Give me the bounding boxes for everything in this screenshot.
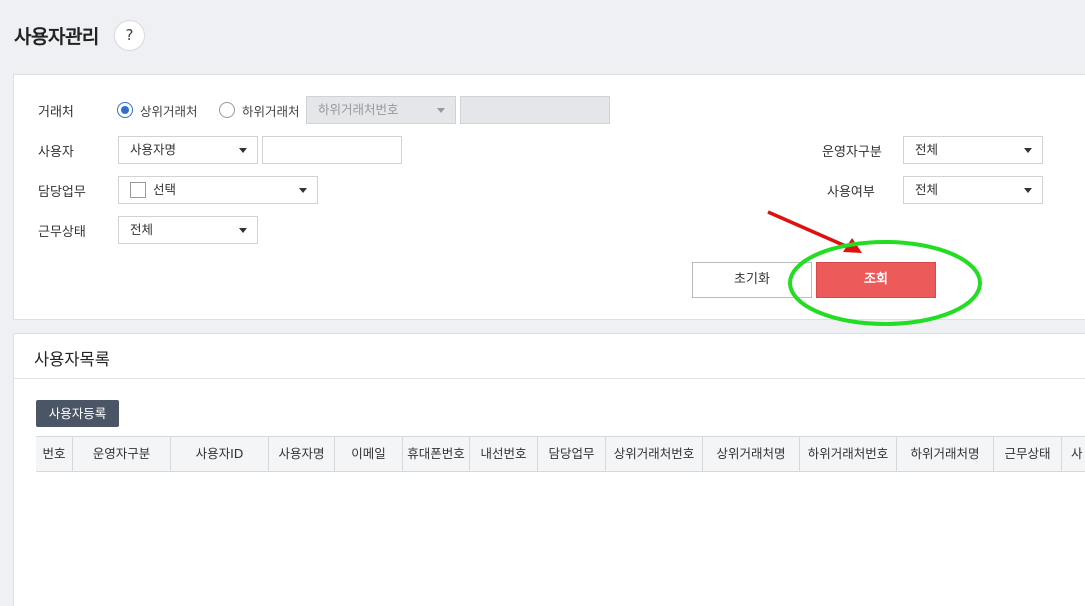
chevron-down-icon [1024,188,1032,193]
lower-partner-number-select[interactable]: 하위거래처번호 [306,96,456,124]
radio-upper-partner-label[interactable]: 상위거래처 [140,101,198,120]
lower-partner-number-placeholder: 하위거래처번호 [318,102,399,117]
column-header[interactable]: 사 [1062,437,1085,471]
column-header[interactable]: 하위거래처명 [897,437,994,471]
task-label: 담당업무 [38,185,86,200]
user-search-input[interactable] [262,136,402,164]
use-yn-select[interactable]: 전체 [903,176,1043,204]
operator-type-value: 전체 [915,142,939,157]
work-status-value: 전체 [130,222,154,237]
lower-partner-name-input[interactable] [460,96,610,124]
help-button[interactable]: ? [114,20,145,51]
work-status-select[interactable]: 전체 [118,216,258,244]
user-list-panel: 사용자목록 사용자등록 번호 운영자구분 사용자ID 사용자명 이메일 휴대폰번… [13,333,1085,606]
chevron-down-icon [437,108,445,113]
user-grid-header: 번호 운영자구분 사용자ID 사용자명 이메일 휴대폰번호 내선번호 담당업무 … [36,436,1085,472]
chevron-down-icon [239,228,247,233]
user-search-type-select[interactable]: 사용자명 [118,136,258,164]
column-header[interactable]: 운영자구분 [73,437,171,471]
user-label: 사용자 [38,145,74,160]
chevron-down-icon [1024,148,1032,153]
column-header[interactable]: 사용자ID [171,437,269,471]
task-select-value: 선택 [153,182,177,197]
radio-upper-partner[interactable] [117,102,133,118]
column-header[interactable]: 휴대폰번호 [403,437,470,471]
column-header[interactable]: 내선번호 [470,437,538,471]
column-header[interactable]: 담당업무 [538,437,606,471]
chevron-down-icon [299,188,307,193]
search-button[interactable]: 조회 [816,262,936,298]
page-title: 사용자관리 [14,26,99,48]
column-header[interactable]: 상위거래처번호 [606,437,703,471]
use-yn-label: 사용여부 [827,185,875,200]
radio-lower-partner-label[interactable]: 하위거래처 [242,101,300,120]
column-header[interactable]: 이메일 [335,437,403,471]
work-status-label: 근무상태 [38,225,86,240]
partner-label: 거래처 [38,105,74,120]
operator-type-label: 운영자구분 [822,145,882,160]
task-select-checkbox[interactable] [130,182,146,198]
user-list-title: 사용자목록 [34,350,110,369]
column-header[interactable]: 하위거래처번호 [800,437,897,471]
column-header[interactable]: 근무상태 [994,437,1062,471]
column-header[interactable]: 번호 [36,437,73,471]
list-divider [14,378,1085,379]
column-header[interactable]: 사용자명 [269,437,335,471]
column-header[interactable]: 상위거래처명 [703,437,800,471]
radio-lower-partner[interactable] [219,102,235,118]
chevron-down-icon [239,148,247,153]
user-search-type-value: 사용자명 [130,142,177,157]
reset-button[interactable]: 초기화 [692,262,812,298]
register-user-button[interactable]: 사용자등록 [36,400,119,427]
search-panel: 거래처 상위거래처 하위거래처 하위거래처번호 사용자 사용자명 운영자구분 전… [13,74,1085,320]
use-yn-value: 전체 [915,182,939,197]
operator-type-select[interactable]: 전체 [903,136,1043,164]
task-select[interactable]: 선택 [118,176,318,204]
